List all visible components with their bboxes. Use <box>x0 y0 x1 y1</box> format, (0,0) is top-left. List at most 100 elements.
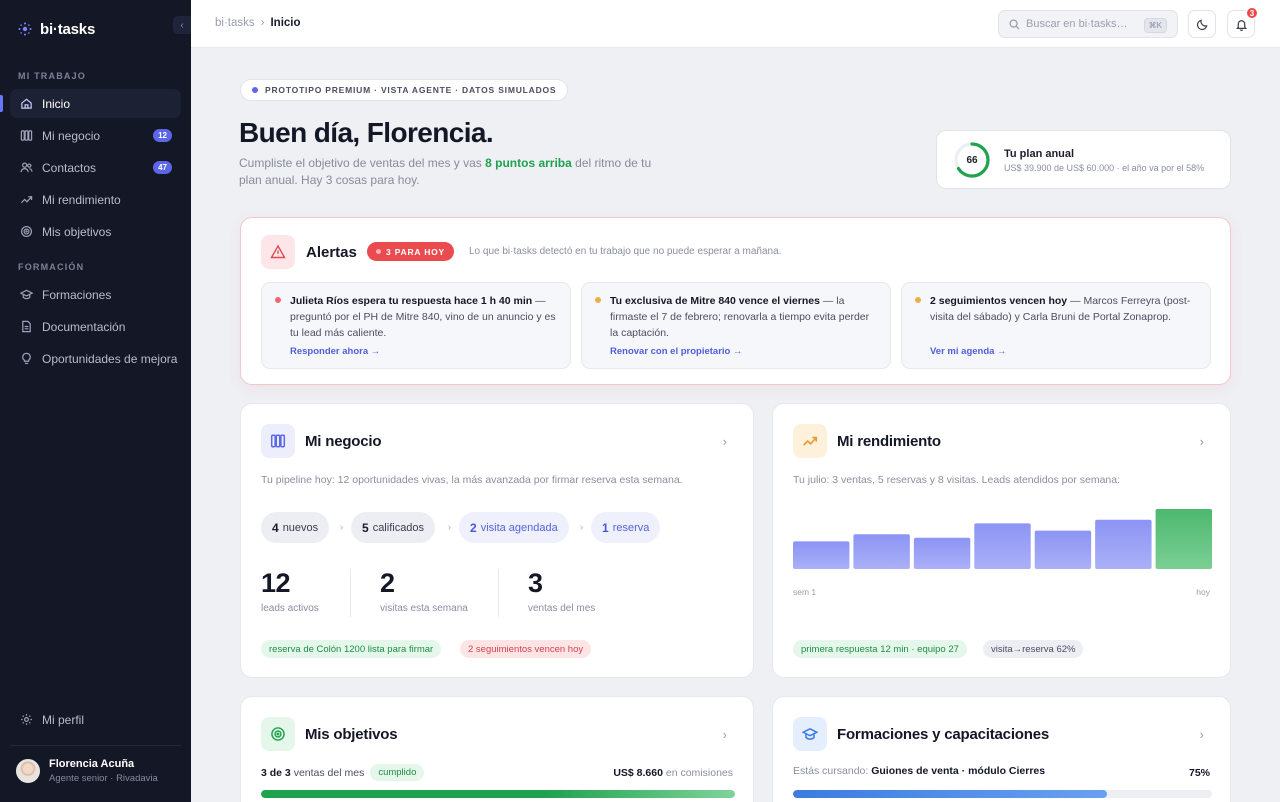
alert-text: 2 seguimientos vencen hoy — Marcos Ferre… <box>930 293 1200 325</box>
sidebar-item-label: Inicio <box>42 96 71 111</box>
moon-icon <box>1196 19 1207 30</box>
progress-fill <box>261 790 735 798</box>
sidebar-item-label: Mi rendimiento <box>42 192 121 207</box>
metric-tag-conversion[interactable]: visita→reserva 62% <box>983 640 1084 658</box>
stage-label: reserva <box>612 521 650 534</box>
greeting-text-pre: Cumpliste el objetivo de ventas del mes … <box>239 156 486 170</box>
alert-card-exclusive[interactable]: Tu exclusiva de Mitre 840 vence el viern… <box>581 282 891 369</box>
alert-headline: Tu exclusiva de Mitre 840 vence el viern… <box>610 295 820 307</box>
sidebar-item-contactos[interactable]: Contactos 47 <box>10 153 181 182</box>
chart-bar-2 <box>853 534 910 569</box>
alert-dot <box>915 297 921 303</box>
collapse-sidebar-button[interactable]: ‹ <box>173 16 191 34</box>
chevron-right-icon[interactable]: › <box>723 727 727 742</box>
pipeline-stage-reserva[interactable]: 1 reserva <box>591 512 661 543</box>
objectives-progress-bar <box>261 790 735 798</box>
annual-plan-value: 66 <box>966 154 978 166</box>
chart-bar-3 <box>913 537 971 569</box>
status-tag-reserva[interactable]: reserva de Colón 1200 lista para firmar <box>261 640 442 658</box>
search-icon <box>1009 18 1020 30</box>
sidebar-item-mi-negocio[interactable]: Mi negocio 12 <box>10 121 181 150</box>
objective-summary: 3 de 3 ventas del mes cumplido <box>261 764 425 781</box>
chevron-right-icon[interactable]: › <box>723 434 727 449</box>
x-axis-start-label: sem 1 <box>793 587 817 597</box>
metric-tag-first-response[interactable]: primera respuesta 12 min · equipo 27 <box>793 640 967 658</box>
business-card: Mi negocio › Tu pipeline hoy: 12 oportun… <box>240 403 754 678</box>
trending-up-icon <box>793 424 827 458</box>
progress-fill <box>793 790 1108 798</box>
sidebar-item-mis-objetivos[interactable]: Mis objetivos <box>10 217 181 246</box>
alert-headline: 2 seguimientos vencen hoy <box>930 295 1068 307</box>
chart-bar-6 <box>1095 519 1152 569</box>
stat-value: 3 <box>528 568 543 598</box>
sidebar-item-documentacion[interactable]: Documentación <box>10 312 181 341</box>
brand-logo[interactable]: bi·tasks <box>18 18 95 40</box>
target-icon <box>261 717 295 751</box>
topbar: bi·tasks › Inicio Buscar en bi·tasks… ⌘K… <box>191 0 1280 48</box>
user-profile[interactable]: Florencia Acuña Agente senior · Rivadavi… <box>16 758 158 784</box>
stat-label: leads activos <box>261 603 319 614</box>
brand-name: bi·tasks <box>40 20 96 38</box>
sidebar: bi·tasks ‹ MI TRABAJO Inicio Mi negocio … <box>0 0 191 802</box>
target-icon <box>20 225 33 238</box>
annual-plan-card[interactable]: 66 Tu plan anual US$ 39.900 de US$ 60.00… <box>936 130 1231 189</box>
view-agenda-link[interactable]: Ver mi agenda → <box>930 346 1007 357</box>
card-description: Tu pipeline hoy: 12 oportunidades vivas,… <box>261 474 683 486</box>
breadcrumb-root[interactable]: bi·tasks <box>215 17 255 29</box>
renew-owner-link[interactable]: Renovar con el propietario → <box>610 346 743 357</box>
training-course-name: Guiones de venta · módulo Cierres <box>871 765 1046 777</box>
x-axis-end-label: hoy <box>1196 587 1210 597</box>
objective-count-label: ventas del mes <box>293 766 365 779</box>
sidebar-item-label: Formaciones <box>42 287 112 302</box>
stat-value: 12 <box>261 568 291 598</box>
respond-now-link[interactable]: Responder ahora → <box>290 346 380 357</box>
document-icon <box>22 320 31 333</box>
chevron-right-icon[interactable]: › <box>1200 434 1204 449</box>
stat-divider <box>350 569 351 617</box>
prototype-banner-label: PROTOTIPO PREMIUM · VISTA AGENTE · DATOS… <box>265 85 557 95</box>
sparkle-logo-icon <box>18 22 32 36</box>
alert-card-lead[interactable]: Julieta Ríos espera tu respuesta hace 1 … <box>261 282 571 369</box>
sidebar-item-label: Oportunidades de mejora <box>42 351 178 366</box>
notifications-button[interactable]: 3 <box>1227 6 1259 38</box>
stat-divider <box>498 569 499 617</box>
gear-icon <box>21 714 32 725</box>
sidebar-item-mi-rendimiento[interactable]: Mi rendimiento <box>10 185 181 214</box>
chart-bar-1 <box>793 541 850 569</box>
pipeline-stage-calificados[interactable]: 5 calificados <box>351 512 436 543</box>
pipeline-stage-visita[interactable]: 2 visita agendada <box>459 512 569 543</box>
alert-dot <box>595 297 601 303</box>
sidebar-item-oportunidades[interactable]: Oportunidades de mejora <box>10 344 181 373</box>
sidebar-item-label: Mi perfil <box>42 712 85 727</box>
chart-bar-7 <box>1155 509 1212 569</box>
status-tag-seguimientos[interactable]: 2 seguimientos vencen hoy <box>460 640 592 658</box>
chevron-left-icon: ‹ <box>180 19 184 31</box>
search-placeholder: Buscar en bi·tasks… <box>1026 18 1128 30</box>
alerts-title: Alertas <box>306 244 357 261</box>
stage-label: calificados <box>372 521 425 534</box>
alert-text: Tu exclusiva de Mitre 840 vence el viern… <box>610 293 880 341</box>
objectives-card: Mis objetivos › 3 de 3 ventas del mes cu… <box>240 696 754 802</box>
sidebar-item-label: Mi negocio <box>42 128 101 143</box>
search-input[interactable]: Buscar en bi·tasks… ⌘K <box>998 10 1178 38</box>
stat-label: visitas esta semana <box>380 603 468 614</box>
commission-amount: US$ 8.660 <box>613 767 663 779</box>
count-badge: 47 <box>153 161 172 174</box>
alert-card-followups[interactable]: 2 seguimientos vencen hoy — Marcos Ferre… <box>901 282 1211 369</box>
training-current-course: Estás cursando: Guiones de venta · módul… <box>793 765 1045 777</box>
objective-count: 3 de 3 <box>261 766 291 779</box>
card-title: Mis objetivos <box>305 726 398 743</box>
prototype-banner: PROTOTIPO PREMIUM · VISTA AGENTE · DATOS… <box>240 79 569 101</box>
sidebar-item-label: Documentación <box>42 319 126 334</box>
pipeline-stage-nuevos[interactable]: 4 nuevos <box>261 512 330 543</box>
training-progress-bar <box>793 790 1212 798</box>
training-percent-value: 75% <box>1188 767 1210 779</box>
sidebar-item-inicio[interactable]: Inicio <box>0 89 181 118</box>
alert-headline: Julieta Ríos espera tu respuesta hace 1 … <box>290 295 533 307</box>
theme-toggle-button[interactable] <box>1188 10 1216 38</box>
chevron-right-icon[interactable]: › <box>1200 727 1204 742</box>
breadcrumb-current: Inicio <box>270 17 301 29</box>
status-dot <box>252 87 258 93</box>
sidebar-item-mi-perfil[interactable]: Mi perfil <box>10 705 181 734</box>
sidebar-item-formaciones[interactable]: Formaciones <box>10 280 181 309</box>
